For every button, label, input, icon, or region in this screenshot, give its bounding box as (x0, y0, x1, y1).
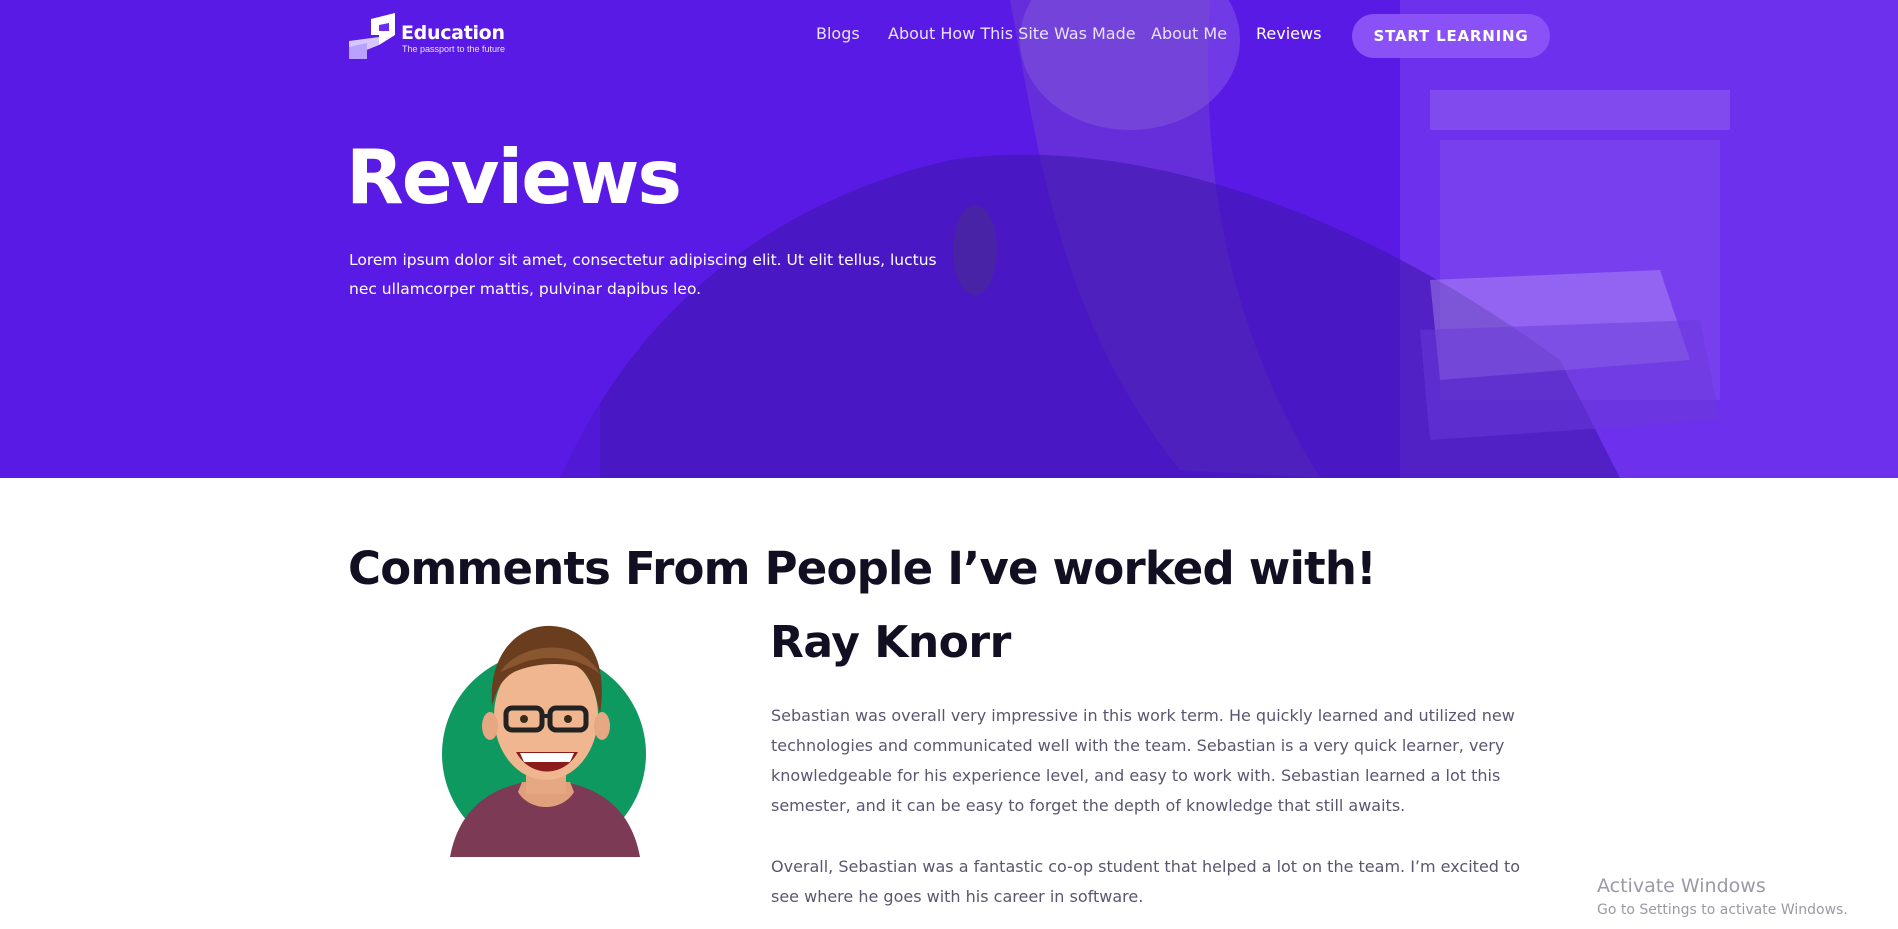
watermark-title: Activate Windows (1597, 875, 1766, 897)
reviews-heading: Comments From People I’ve worked with! (348, 542, 1377, 595)
cartoon-man-avatar-icon (442, 625, 646, 857)
watermark-subtitle: Go to Settings to activate Windows. (1597, 902, 1848, 918)
nav-about-site[interactable]: About How This Site Was Made (888, 24, 1136, 43)
main-navigation: Blogs About How This Site Was Made About… (0, 24, 1898, 48)
page-title: Reviews (346, 133, 682, 221)
nav-about-me[interactable]: About Me (1151, 24, 1227, 43)
review-paragraph: Sebastian was overall very impressive in… (771, 706, 1515, 815)
start-learning-button[interactable]: START LEARNING (1352, 14, 1550, 58)
reviewer-name: Ray Knorr (770, 617, 1011, 668)
hero-banner: Education The passport to the future Blo… (0, 0, 1898, 478)
hero-subtitle: Lorem ipsum dolor sit amet, consectetur … (349, 251, 937, 298)
nav-reviews[interactable]: Reviews (1256, 24, 1321, 43)
nav-blogs[interactable]: Blogs (816, 24, 860, 43)
activate-windows-watermark: Activate Windows Go to Settings to activ… (1597, 875, 1848, 919)
review-paragraph: Overall, Sebastian was a fantastic co-op… (771, 857, 1521, 906)
